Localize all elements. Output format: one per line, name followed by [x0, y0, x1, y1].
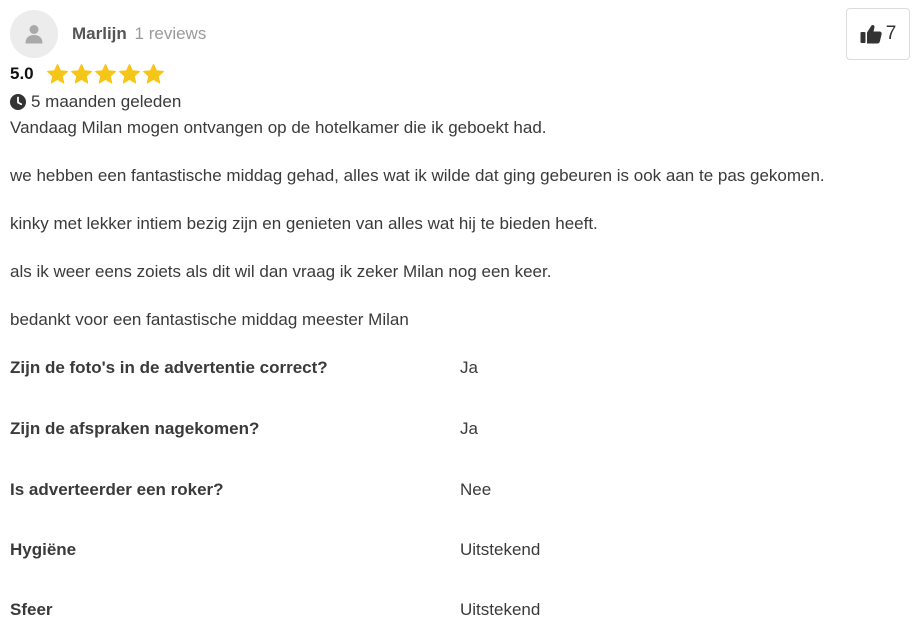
review-paragraph: kinky met lekker intiem bezig zijn en ge…: [10, 214, 598, 233]
like-count: 7: [885, 23, 897, 44]
rating-row: 5.0: [10, 64, 164, 84]
qa-question: Zijn de foto's in de advertentie correct…: [10, 358, 328, 377]
qa-row: Is adverteerder een roker? Nee: [10, 480, 905, 504]
star-rating: [46, 64, 164, 84]
review-date-text: 5 maanden geleden: [31, 92, 182, 111]
qa-row: Zijn de foto's in de advertentie correct…: [10, 358, 905, 382]
author-info: Marlijn 1 reviews: [72, 24, 206, 44]
qa-question: Sfeer: [10, 600, 53, 619]
review-body: Vandaag Milan mogen ontvangen op de hote…: [10, 117, 905, 357]
review-paragraph: Vandaag Milan mogen ontvangen op de hote…: [10, 118, 547, 137]
star-icon: [142, 64, 164, 84]
qa-answer: Ja: [460, 419, 478, 438]
qa-row: Hygiëne Uitstekend: [10, 540, 905, 564]
star-icon: [70, 64, 92, 84]
qa-question: Zijn de afspraken nagekomen?: [10, 419, 260, 438]
avatar: [10, 10, 58, 58]
qa-answer: Uitstekend: [460, 540, 541, 559]
star-icon: [118, 64, 140, 84]
review-card: Marlijn 1 reviews 7 5.0 5 maanden gelede…: [0, 0, 914, 638]
thumbs-up-icon: [860, 25, 882, 44]
qa-answer: Ja: [460, 358, 478, 377]
like-button[interactable]: 7: [846, 8, 910, 60]
qa-question: Hygiëne: [10, 540, 77, 559]
review-header: Marlijn 1 reviews: [10, 9, 206, 59]
review-paragraph: bedankt voor een fantastische middag mee…: [10, 310, 409, 329]
review-paragraph: we hebben een fantastische middag gehad,…: [10, 166, 825, 185]
rating-value: 5.0: [10, 64, 34, 83]
star-icon: [94, 64, 116, 84]
reviewer-review-count: 1 reviews: [134, 24, 207, 43]
qa-question: Is adverteerder een roker?: [10, 480, 224, 499]
review-paragraph: als ik weer eens zoiets als dit wil dan …: [10, 262, 552, 281]
qa-row: Zijn de afspraken nagekomen? Ja: [10, 419, 905, 443]
qa-answer: Nee: [460, 480, 492, 499]
review-date: 5 maanden geleden: [10, 92, 181, 112]
clock-icon: [10, 94, 26, 110]
qa-answer: Uitstekend: [460, 600, 541, 619]
reviewer-name[interactable]: Marlijn: [72, 24, 127, 43]
star-icon: [46, 64, 68, 84]
user-icon: [25, 25, 43, 44]
qa-row: Sfeer Uitstekend: [10, 600, 905, 624]
